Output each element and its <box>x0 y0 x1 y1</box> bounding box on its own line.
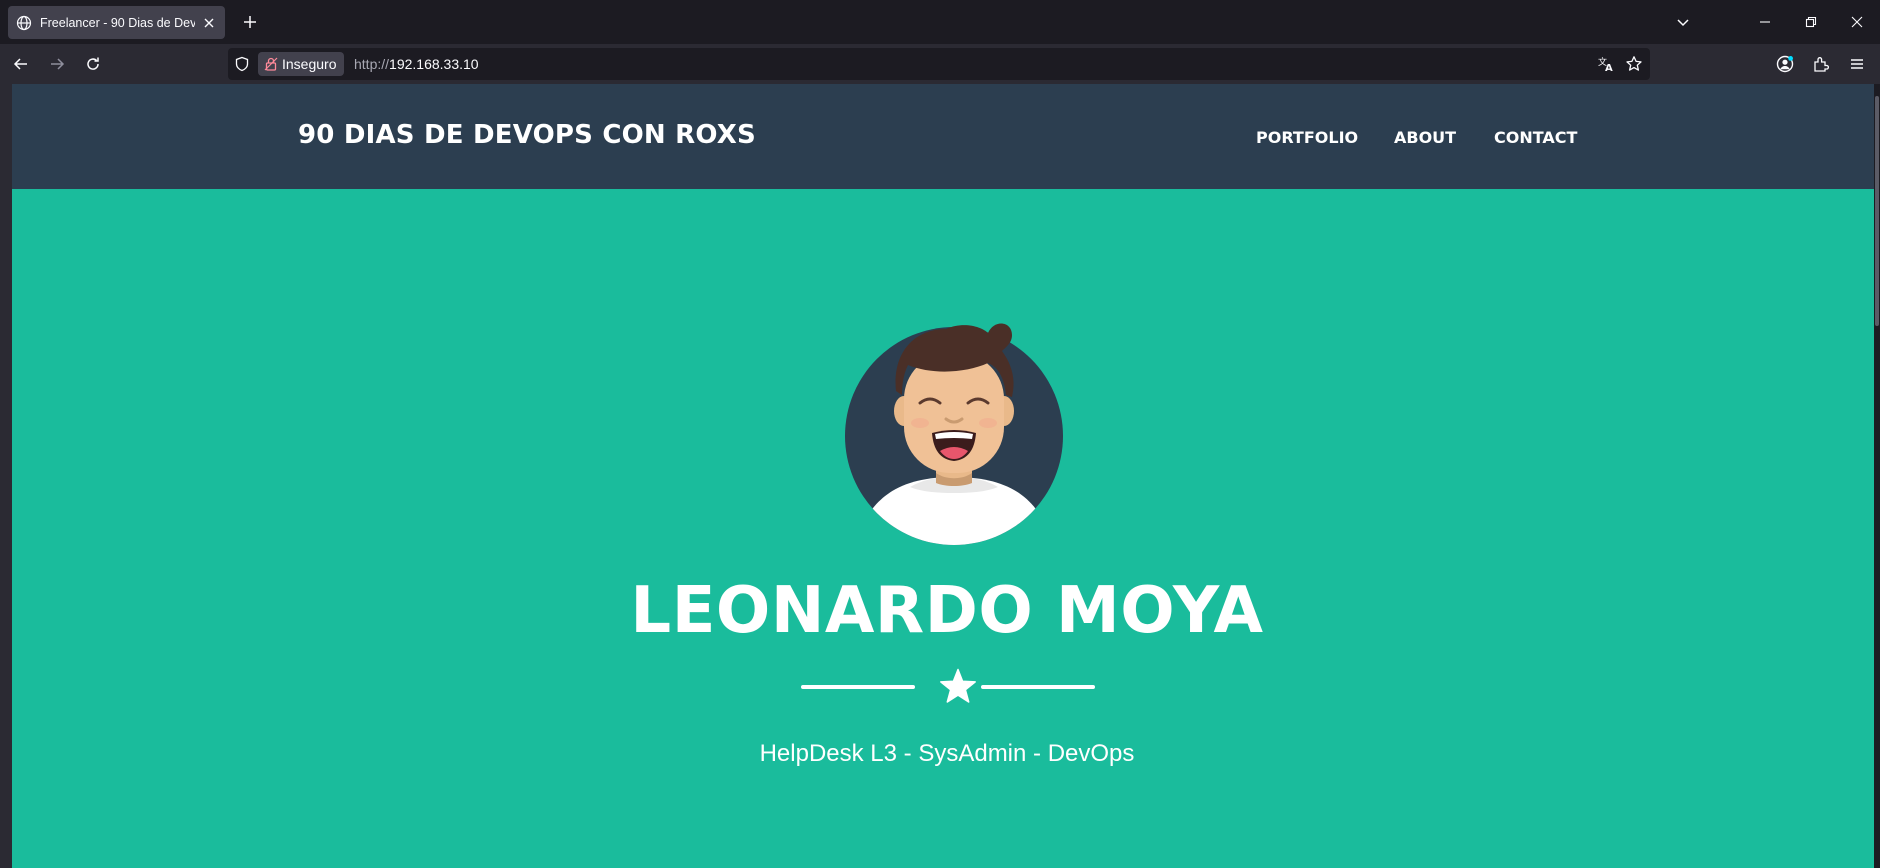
url-protocol: http:// <box>354 56 390 72</box>
masthead-heading: LEONARDO MOYA <box>630 574 1264 648</box>
tab-strip: Freelancer - 90 Dias de DevOps <box>0 0 1880 44</box>
security-label: Inseguro <box>282 56 337 72</box>
masthead-subheading: HelpDesk L3 - SysAdmin - DevOps <box>759 740 1135 767</box>
svg-text:A: A <box>1605 63 1613 73</box>
avatar-image <box>845 323 1063 545</box>
divider-line-left <box>801 685 915 689</box>
nav-link-contact[interactable]: CONTACT <box>1494 128 1577 147</box>
globe-icon <box>16 15 32 31</box>
nav-link-about[interactable]: ABOUT <box>1394 128 1456 147</box>
chevron-down-icon[interactable] <box>1671 10 1695 34</box>
navigation-toolbar: Inseguro http://192.168.33.10 文A <box>0 44 1880 84</box>
page-scrollbar[interactable] <box>1874 84 1880 868</box>
tab-title: Freelancer - 90 Dias de DevOps <box>40 15 195 30</box>
browser-tab[interactable]: Freelancer - 90 Dias de DevOps <box>8 6 225 39</box>
close-icon[interactable] <box>201 15 217 31</box>
site-navbar: 90 DIAS DE DEVOPS CON ROXS PORTFOLIO ABO… <box>12 84 1874 189</box>
divider-line-right <box>981 685 1095 689</box>
shield-icon[interactable] <box>234 56 250 72</box>
window-edge <box>0 84 12 868</box>
reload-icon[interactable] <box>81 52 105 76</box>
page-viewport: 90 DIAS DE DEVOPS CON ROXS PORTFOLIO ABO… <box>12 84 1874 868</box>
minimize-icon[interactable] <box>1753 10 1777 34</box>
star-icon[interactable] <box>1624 54 1644 74</box>
account-icon[interactable] <box>1773 52 1797 76</box>
url-text[interactable]: http://192.168.33.10 <box>354 56 479 72</box>
connection-not-secure-badge[interactable]: Inseguro <box>258 52 345 76</box>
site-brand-link[interactable]: 90 DIAS DE DEVOPS CON ROXS <box>298 120 756 150</box>
url-host: 192.168.33.10 <box>389 56 479 72</box>
window-close-icon[interactable] <box>1845 10 1869 34</box>
menu-icon[interactable] <box>1845 52 1869 76</box>
nav-link-portfolio[interactable]: PORTFOLIO <box>1256 128 1358 147</box>
url-bar[interactable]: Inseguro http://192.168.33.10 文A <box>228 48 1650 80</box>
restore-icon[interactable] <box>1799 10 1823 34</box>
extensions-icon[interactable] <box>1809 52 1833 76</box>
scrollbar-thumb[interactable] <box>1875 96 1879 326</box>
star-icon <box>940 668 976 703</box>
plus-icon[interactable] <box>238 10 262 34</box>
forward-icon[interactable] <box>45 52 69 76</box>
translate-icon[interactable]: 文A <box>1596 54 1616 74</box>
lock-icon <box>264 57 278 71</box>
back-icon[interactable] <box>9 52 33 76</box>
